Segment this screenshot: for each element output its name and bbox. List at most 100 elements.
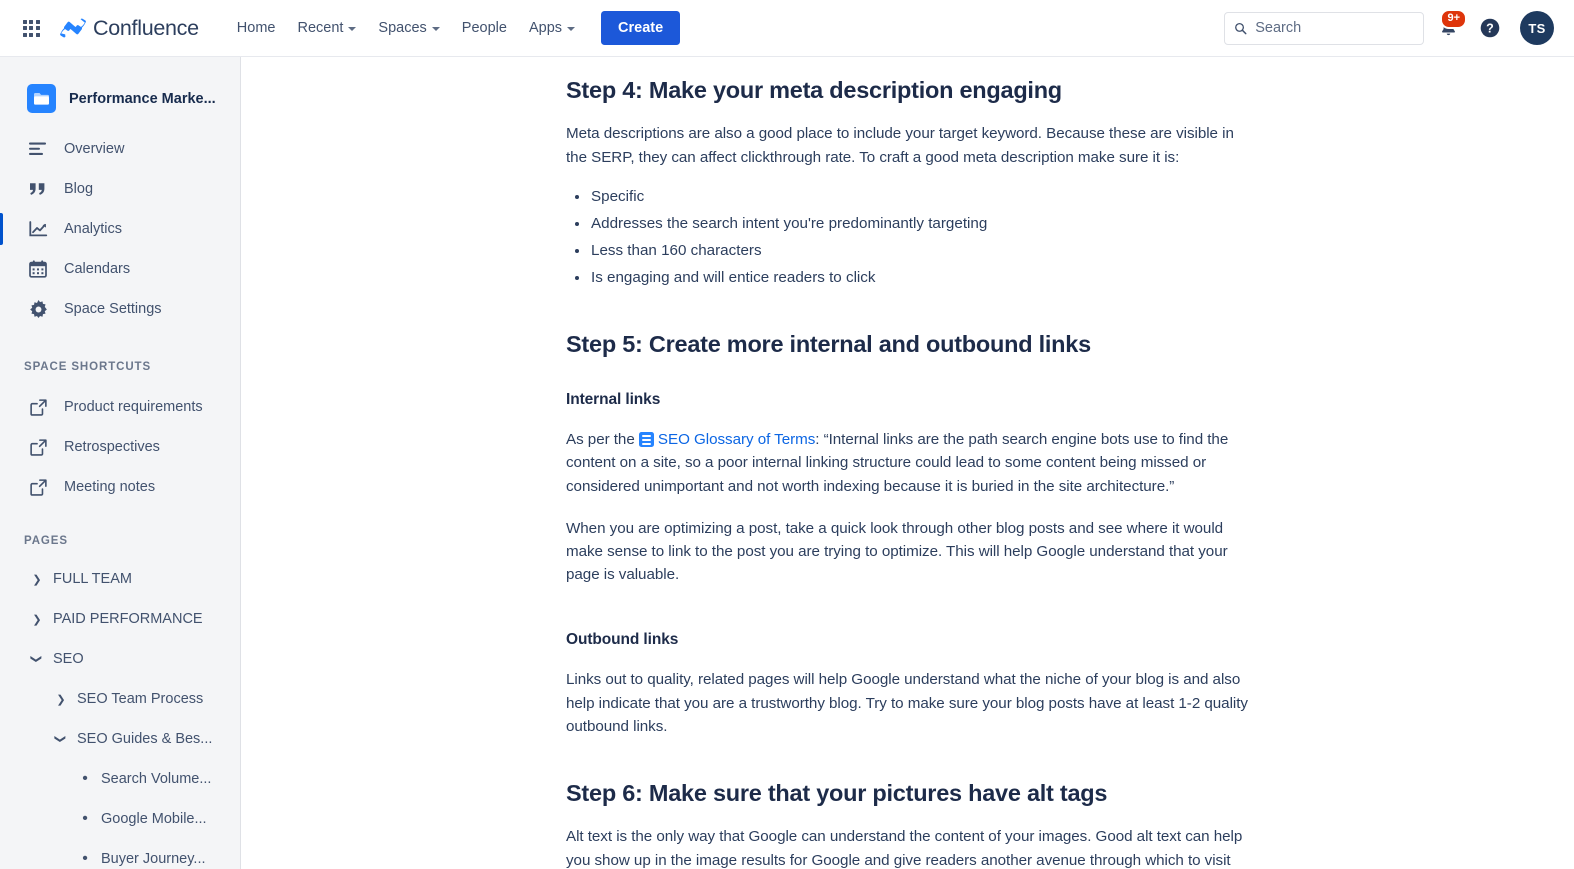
page-tree-item-google-mobile[interactable]: • Google Mobile...	[0, 799, 240, 839]
page-tree-item-seo-team-process[interactable]: ❯ SEO Team Process	[0, 679, 240, 719]
confluence-logo-link[interactable]: Confluence	[60, 16, 199, 41]
quote-icon	[28, 179, 48, 199]
nav-item-recent[interactable]: Recent	[287, 13, 366, 43]
sidebar-shortcut-retrospectives[interactable]: Retrospectives	[0, 427, 240, 467]
sidebar-shortcut-label: Meeting notes	[64, 479, 156, 495]
search-box[interactable]	[1224, 11, 1424, 45]
page-tree-item-buyer-journey[interactable]: • Buyer Journey...	[0, 839, 240, 869]
notifications-button[interactable]: 9+	[1430, 9, 1467, 46]
nav-item-label: Spaces	[378, 20, 427, 36]
overview-icon	[28, 139, 48, 159]
chevron-down-icon	[431, 27, 440, 31]
calendar-icon	[28, 259, 48, 279]
chevron-right-icon: ❯	[56, 693, 66, 706]
analytics-icon	[28, 219, 48, 239]
bullet-icon: •	[82, 850, 88, 867]
page-tree-label: FULL TEAM	[53, 571, 132, 587]
page-content-area: Step 4: Make your meta description engag…	[241, 57, 1574, 869]
heading-step-4: Step 4: Make your meta description engag…	[566, 77, 1062, 103]
nav-item-spaces[interactable]: Spaces	[368, 13, 449, 43]
page-tree-label: SEO Team Process	[77, 691, 204, 707]
primary-nav: Home Recent Spaces People Apps	[227, 13, 585, 43]
sidebar-item-analytics[interactable]: Analytics	[0, 209, 240, 249]
heading-step-5: Step 5: Create more internal and outboun…	[566, 330, 1091, 357]
sidebar-item-label: Space Settings	[64, 301, 162, 317]
svg-text:?: ?	[1486, 22, 1494, 36]
document-body: Step 4: Make your meta description engag…	[241, 76, 1251, 869]
confluence-logo-icon	[60, 18, 86, 38]
paragraph-internal-advice: When you are optimizing a post, take a q…	[566, 519, 1228, 584]
space-avatar-icon	[27, 84, 56, 113]
sidebar-item-label: Calendars	[64, 261, 131, 277]
chevron-down-icon	[567, 27, 576, 31]
sidebar-item-label: Blog	[64, 181, 94, 197]
internal-prefix-text: As per the	[566, 431, 639, 449]
sidebar-item-calendars[interactable]: Calendars	[0, 249, 240, 289]
page-tree-label: Buyer Journey...	[101, 851, 206, 867]
bullet-icon: •	[82, 810, 88, 827]
chevron-right-icon: ❯	[32, 613, 42, 626]
sidebar-shortcut-product-requirements[interactable]: Product requirements	[0, 387, 240, 427]
heading-internal-links: Internal links	[566, 391, 661, 409]
create-button[interactable]: Create	[601, 11, 681, 45]
sidebar-shortcut-label: Product requirements	[64, 399, 203, 415]
page-tree-label: Google Mobile...	[101, 811, 207, 827]
nav-item-people[interactable]: People	[452, 13, 517, 43]
page-tree-label: Search Volume...	[101, 771, 212, 787]
external-link-icon	[28, 477, 48, 497]
nav-item-label: Home	[236, 20, 276, 36]
list-item: Less than 160 characters	[566, 237, 1251, 264]
user-avatar[interactable]: TS	[1520, 11, 1554, 45]
chevron-down-icon: ❯	[30, 654, 43, 664]
external-link-icon	[28, 397, 48, 417]
space-sidebar: Performance Marke... Overview Blog Analy…	[0, 57, 241, 869]
chevron-down-icon: ❯	[54, 734, 67, 744]
list-item: Specific	[566, 183, 1251, 210]
space-header[interactable]: Performance Marke...	[0, 57, 240, 129]
page-icon	[638, 432, 654, 448]
paragraph-outbound: Links out to quality, related pages will…	[566, 671, 1248, 735]
sidebar-shortcut-meeting-notes[interactable]: Meeting notes	[0, 467, 240, 507]
sidebar-item-label: Analytics	[64, 221, 123, 237]
brand-name: Confluence	[93, 15, 199, 40]
sidebar-item-space-settings[interactable]: Space Settings	[0, 289, 240, 329]
topnav-right-cluster: 9+ ? TS	[1224, 9, 1574, 46]
gear-icon	[28, 299, 48, 319]
sidebar-shortcut-label: Retrospectives	[64, 439, 160, 455]
space-shortcuts-heading: SPACE SHORTCUTS	[24, 361, 152, 373]
sidebar-item-overview[interactable]: Overview	[0, 129, 240, 169]
external-link-icon	[28, 437, 48, 457]
page-tree-item-seo-guides[interactable]: ❯ SEO Guides & Bes...	[0, 719, 240, 759]
link-text: SEO Glossary of Terms	[657, 431, 816, 449]
page-tree-label: SEO	[53, 651, 84, 667]
pages-heading: PAGES	[24, 535, 68, 547]
nav-item-label: Recent	[297, 20, 344, 36]
nav-item-apps[interactable]: Apps	[519, 13, 585, 43]
nav-item-label: Apps	[528, 20, 563, 36]
sidebar-item-label: Overview	[64, 141, 125, 157]
chevron-right-icon: ❯	[32, 573, 42, 586]
help-icon: ?	[1480, 18, 1500, 38]
paragraph-step6: Alt text is the only way that Google can…	[566, 828, 1243, 869]
space-name: Performance Marke...	[69, 90, 216, 107]
list-item: Addresses the search intent you're predo…	[566, 210, 1251, 237]
nav-item-label: People	[461, 20, 507, 36]
page-tree-item-paid-performance[interactable]: ❯ PAID PERFORMANCE	[0, 599, 240, 639]
sidebar-item-blog[interactable]: Blog	[0, 169, 240, 209]
page-tree-label: PAID PERFORMANCE	[53, 611, 203, 627]
help-button[interactable]: ?	[1472, 10, 1508, 46]
seo-glossary-link[interactable]: SEO Glossary of Terms	[638, 431, 816, 449]
paragraph-internal-quote: As per the SEO Glossary of Terms: “Inter…	[566, 428, 1251, 498]
list-step4-criteria: Specific Addresses the search intent you…	[566, 183, 1251, 291]
top-navigation-bar: Confluence Home Recent Spaces People App…	[0, 0, 1574, 57]
app-switcher-icon[interactable]	[19, 16, 43, 40]
bullet-icon: •	[82, 770, 88, 787]
heading-outbound-links: Outbound links	[566, 631, 679, 649]
page-tree-item-full-team[interactable]: ❯ FULL TEAM	[0, 559, 240, 599]
search-input[interactable]	[1255, 20, 1414, 36]
nav-item-home[interactable]: Home	[227, 13, 286, 43]
page-tree-item-search-volume[interactable]: • Search Volume...	[0, 759, 240, 799]
page-tree-item-seo[interactable]: ❯ SEO	[0, 639, 240, 679]
paragraph-step4-intro: Meta descriptions are also a good place …	[566, 125, 1234, 166]
list-item: Is engaging and will entice readers to c…	[566, 264, 1251, 291]
